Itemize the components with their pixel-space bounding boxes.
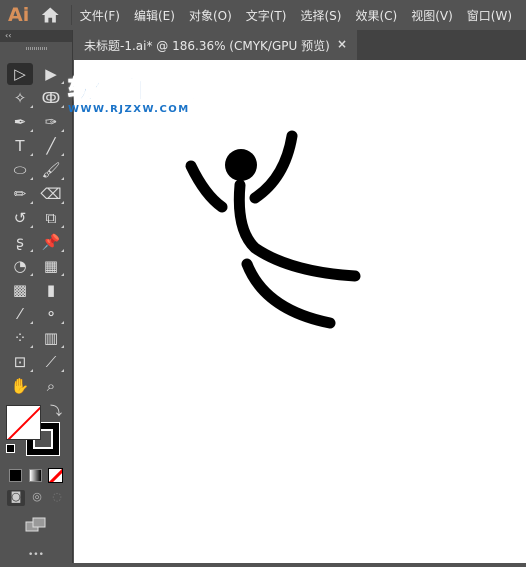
curvature-tool[interactable]: ✑ bbox=[38, 111, 64, 133]
shape-builder-icon: ◔ bbox=[13, 257, 27, 275]
zoom-icon: ⌕ bbox=[46, 377, 56, 395]
fill-swatch[interactable] bbox=[6, 405, 41, 440]
scale-icon: ⧉ bbox=[45, 209, 57, 227]
home-icon[interactable] bbox=[40, 5, 61, 25]
tab-bar: 未标题-1.ai* @ 186.36% (CMYK/GPU 预览) × bbox=[74, 30, 526, 60]
menu-select[interactable]: 选择(S) bbox=[300, 7, 341, 24]
puppet-warp-tool[interactable]: 📌 bbox=[38, 231, 64, 253]
none-button[interactable] bbox=[48, 468, 63, 483]
warp-icon: ʂ bbox=[16, 233, 24, 251]
app-logo: Ai bbox=[8, 4, 30, 26]
perspective-grid-icon: ▦ bbox=[43, 257, 59, 275]
draw-normal-icon[interactable]: ◙ bbox=[7, 490, 25, 506]
eraser-icon: ⌫ bbox=[40, 185, 62, 203]
shape-builder-tool[interactable]: ◔ bbox=[7, 255, 33, 277]
direct-selection-icon: ▶ bbox=[45, 65, 57, 83]
document-title: 未标题-1.ai* @ 186.36% (CMYK/GPU 预览) bbox=[84, 38, 330, 53]
magic-wand-icon: ✧ bbox=[13, 89, 27, 107]
puppet-warp-icon: 📌 bbox=[41, 233, 61, 251]
curvature-icon: ✑ bbox=[44, 113, 58, 131]
warp-tool[interactable]: ʂ bbox=[7, 231, 33, 253]
type-tool[interactable]: T bbox=[7, 135, 33, 157]
eyedropper-icon: ⁄ bbox=[18, 305, 22, 323]
watermark: 软件自学网 WWW.RJZXW.COM bbox=[67, 75, 199, 115]
lasso-icon: ↂ bbox=[41, 89, 61, 107]
zoom-tool[interactable]: ⌕ bbox=[38, 375, 64, 397]
direct-selection-tool[interactable]: ▶ bbox=[38, 63, 64, 85]
color-button[interactable] bbox=[9, 469, 22, 482]
type-icon: T bbox=[15, 137, 25, 155]
magic-wand-tool[interactable]: ✧ bbox=[7, 87, 33, 109]
artboard-canvas[interactable] bbox=[74, 60, 526, 563]
line-segment-tool[interactable]: ╱ bbox=[38, 135, 64, 157]
pen-icon: ✒ bbox=[13, 113, 27, 131]
ellipse-icon: ⬭ bbox=[13, 161, 27, 179]
symbol-sprayer-tool[interactable]: ⁘ bbox=[7, 327, 33, 349]
mesh-icon: ▩ bbox=[12, 281, 28, 299]
eraser-tool[interactable]: ⌫ bbox=[38, 183, 64, 205]
pen-tool[interactable]: ✒ bbox=[7, 111, 33, 133]
slice-icon: ⟋ bbox=[45, 353, 57, 371]
menu-bar: Ai 文件(F) 编辑(E) 对象(O) 文字(T) 选择(S) 效果(C) 视… bbox=[0, 0, 526, 30]
column-graph-tool[interactable]: ▥ bbox=[38, 327, 64, 349]
stick-figure[interactable] bbox=[74, 60, 526, 563]
column-graph-icon: ▥ bbox=[43, 329, 59, 347]
menu-effect[interactable]: 效果(C) bbox=[355, 7, 397, 24]
artboard-icon: ⊡ bbox=[13, 353, 27, 371]
blend-tool[interactable]: ⚬ bbox=[38, 303, 64, 325]
line-segment-icon: ╱ bbox=[46, 137, 56, 155]
draw-behind-icon[interactable]: ◎ bbox=[28, 490, 46, 506]
collapse-button[interactable]: ‹‹ bbox=[0, 30, 72, 42]
gradient-tool[interactable]: ▮ bbox=[38, 279, 64, 301]
gradient-button[interactable] bbox=[29, 469, 42, 482]
swap-icon[interactable]: ⤵ bbox=[50, 402, 62, 419]
ellipse-tool[interactable]: ⬭ bbox=[7, 159, 33, 181]
menu-file[interactable]: 文件(F) bbox=[80, 7, 120, 24]
screen-mode-icon[interactable] bbox=[25, 517, 47, 533]
artboard-tool[interactable]: ⊡ bbox=[7, 351, 33, 373]
rotate-tool[interactable]: ↺ bbox=[7, 207, 33, 229]
selection-tool[interactable]: ▷ bbox=[7, 63, 33, 85]
paintbrush-tool[interactable]: 🖌 bbox=[38, 159, 64, 181]
rotate-icon: ↺ bbox=[13, 209, 27, 227]
menu-edit[interactable]: 编辑(E) bbox=[134, 7, 175, 24]
scale-tool[interactable]: ⧉ bbox=[38, 207, 64, 229]
slice-tool[interactable]: ⟋ bbox=[38, 351, 64, 373]
hand-icon: ✋ bbox=[10, 377, 30, 395]
more-tools-button[interactable]: ••• bbox=[28, 550, 44, 560]
default-colors-icon[interactable] bbox=[6, 444, 15, 453]
pencil-tool[interactable]: ✏ bbox=[7, 183, 33, 205]
blend-icon: ⚬ bbox=[44, 305, 58, 323]
document-tab[interactable]: 未标题-1.ai* @ 186.36% (CMYK/GPU 预览) × bbox=[74, 30, 357, 60]
paintbrush-icon: 🖌 bbox=[41, 161, 61, 179]
tools-panel: ‹‹ ▷ ▶ ✧ ↂ ✒ ✑ T ╱ ⬭ 🖌 ✏ ⌫ ↺ ⧉ ʂ 📌 ◔ ▦ ▩ ▮ ⁄ ⚬ ⁘ ▥ ⊡ ⟋ ✋ ⌕ ⤵ ◙ ◎ ◌ … bbox=[0, 30, 73, 563]
hand-tool[interactable]: ✋ bbox=[7, 375, 33, 397]
mesh-tool[interactable]: ▩ bbox=[7, 279, 33, 301]
pencil-icon: ✏ bbox=[13, 185, 27, 203]
gradient-icon: ▮ bbox=[46, 281, 56, 299]
lasso-tool[interactable]: ↂ bbox=[38, 87, 64, 109]
divider bbox=[70, 5, 72, 25]
close-icon[interactable]: × bbox=[337, 37, 347, 51]
perspective-grid-tool[interactable]: ▦ bbox=[38, 255, 64, 277]
menu-view[interactable]: 视图(V) bbox=[411, 7, 453, 24]
eyedropper-tool[interactable]: ⁄ bbox=[7, 303, 33, 325]
menu-object[interactable]: 对象(O) bbox=[189, 7, 232, 24]
menu-type[interactable]: 文字(T) bbox=[246, 7, 287, 24]
draw-inside-icon[interactable]: ◌ bbox=[48, 490, 66, 506]
panel-grip[interactable] bbox=[26, 47, 48, 50]
symbol-sprayer-icon: ⁘ bbox=[13, 329, 27, 347]
selection-icon: ▷ bbox=[14, 65, 26, 83]
menu-window[interactable]: 窗口(W) bbox=[467, 7, 512, 24]
